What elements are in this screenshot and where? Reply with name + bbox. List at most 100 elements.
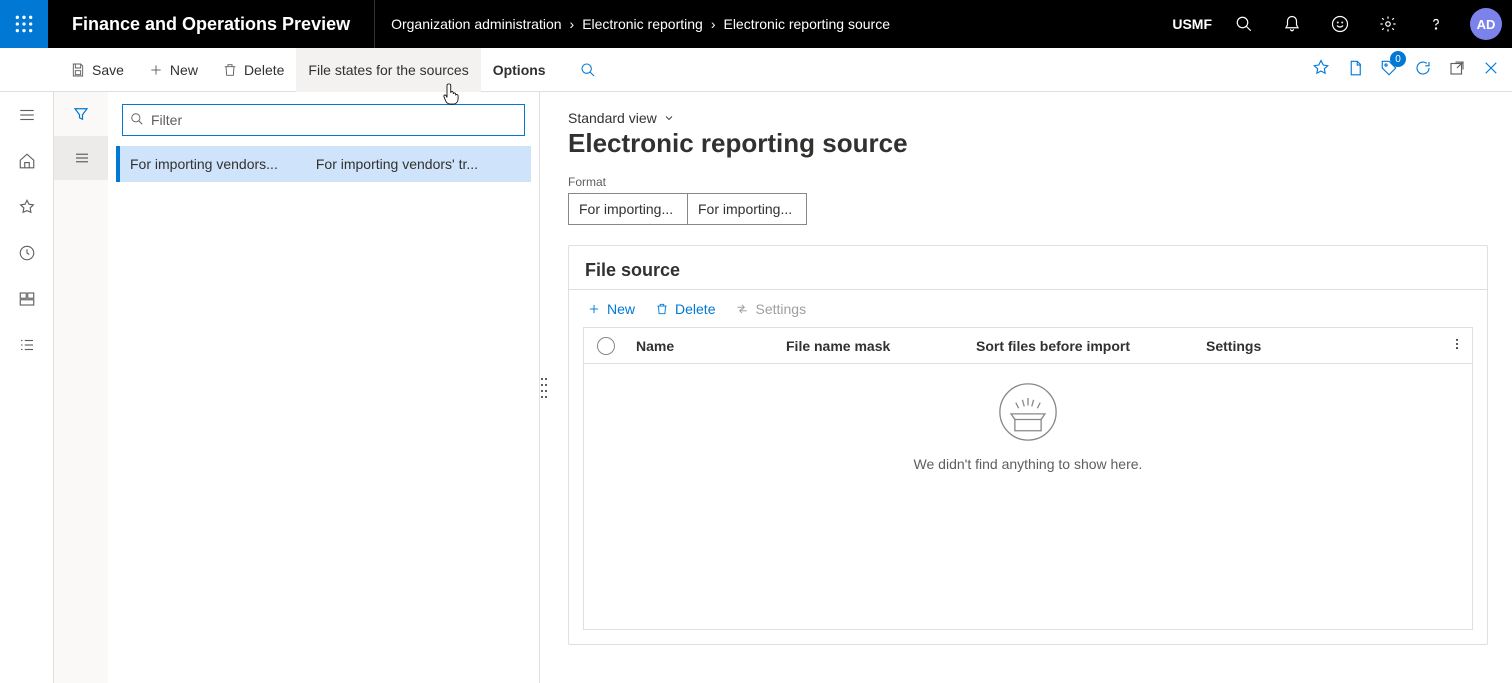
hamburger-icon (18, 106, 36, 124)
list-view-button[interactable] (54, 136, 108, 180)
question-icon (1427, 15, 1445, 33)
clock-icon (18, 244, 36, 262)
legal-entity[interactable]: USMF (1172, 16, 1212, 32)
topbar-right: USMF AD (1172, 0, 1512, 48)
recent-button[interactable] (0, 230, 54, 276)
page-title: Electronic reporting source (568, 128, 1488, 159)
close-icon (1482, 59, 1500, 77)
delete-label: Delete (244, 62, 284, 78)
splitter-icon (540, 376, 548, 400)
more-vert-icon (1450, 337, 1464, 351)
save-icon (70, 62, 86, 78)
settings-button[interactable] (1364, 0, 1412, 48)
favorites-button[interactable] (0, 184, 54, 230)
select-all[interactable] (584, 337, 628, 355)
col-settings[interactable]: Settings (1198, 338, 1472, 354)
list-item-col1: For importing vendors... (130, 156, 310, 172)
modules-button[interactable] (0, 322, 54, 368)
star-icon (18, 198, 36, 216)
file-source-title: File source (569, 246, 1487, 289)
filter-icon (72, 105, 90, 123)
bell-icon (1283, 15, 1301, 33)
file-source-grid: Name File name mask Sort files before im… (583, 327, 1473, 630)
save-button[interactable]: Save (58, 48, 136, 92)
breadcrumb-item[interactable]: Organization administration (391, 16, 561, 32)
copilot-icon (1312, 59, 1330, 77)
fs-delete-label: Delete (675, 301, 715, 317)
format-selector-2[interactable]: For importing... (687, 193, 807, 225)
grid-more-button[interactable] (1450, 337, 1464, 354)
feedback-button[interactable] (1316, 0, 1364, 48)
user-avatar[interactable]: AD (1470, 8, 1502, 40)
attachment-button[interactable] (1346, 59, 1364, 80)
breadcrumb-item[interactable]: Electronic reporting (582, 16, 703, 32)
refresh-button[interactable] (1414, 59, 1432, 80)
options-label: Options (493, 62, 546, 78)
save-label: Save (92, 62, 124, 78)
fs-new-label: New (607, 301, 635, 317)
detail-pane: Standard view Electronic reporting sourc… (548, 92, 1512, 683)
messages-button[interactable]: 0 (1380, 59, 1398, 80)
app-launcher[interactable] (0, 0, 48, 48)
format-selector-1[interactable]: For importing... (568, 193, 688, 225)
options-button[interactable]: Options (481, 48, 558, 92)
refresh-icon (1414, 59, 1432, 77)
filter-input[interactable] (122, 104, 525, 136)
smile-icon (1331, 15, 1349, 33)
chevron-right-icon: › (711, 16, 716, 32)
home-icon (18, 152, 36, 170)
view-selector[interactable]: Standard view (568, 110, 1488, 126)
fs-delete-button[interactable]: Delete (645, 290, 725, 328)
workspace-icon (18, 290, 36, 308)
breadcrumb-item[interactable]: Electronic reporting source (723, 16, 890, 32)
action-bar: Save New Delete File states for the sour… (0, 48, 1512, 92)
modules-icon (18, 336, 36, 354)
delete-button[interactable]: Delete (210, 48, 296, 92)
list-item-col2: For importing vendors' tr... (310, 156, 521, 172)
fs-settings-button: Settings (725, 290, 816, 328)
splitter-handle[interactable] (540, 92, 548, 683)
trash-icon (222, 62, 238, 78)
file-states-button[interactable]: File states for the sources (296, 48, 480, 92)
popout-button[interactable] (1448, 59, 1466, 80)
fs-new-button[interactable]: New (577, 290, 645, 328)
empty-text: We didn't find anything to show here. (914, 456, 1143, 472)
new-label: New (170, 62, 198, 78)
grid-header: Name File name mask Sort files before im… (584, 328, 1472, 364)
view-rail (54, 92, 108, 683)
top-bar: Finance and Operations Preview Organizat… (0, 0, 1512, 48)
copilot-button[interactable] (1312, 59, 1330, 80)
workspaces-button[interactable] (0, 276, 54, 322)
filter-view-button[interactable] (54, 92, 108, 136)
filter-box (122, 104, 525, 136)
chevron-down-icon (663, 112, 675, 124)
content-area: For importing vendors... For importing v… (0, 92, 1512, 683)
format-field: For importing... For importing... (568, 193, 1488, 225)
breadcrumb: Organization administration › Electronic… (375, 16, 1172, 32)
plus-icon (148, 62, 164, 78)
list-item-selected[interactable]: For importing vendors... For importing v… (116, 146, 531, 182)
grid-empty: We didn't find anything to show here. (584, 364, 1472, 629)
file-source-toolbar: New Delete Settings (569, 289, 1487, 327)
search-button[interactable] (1220, 0, 1268, 48)
notifications-button[interactable] (1268, 0, 1316, 48)
file-source-card: File source New Delete Settings (568, 245, 1488, 645)
close-button[interactable] (1482, 59, 1500, 80)
action-search[interactable] (566, 62, 610, 78)
format-label: Format (568, 175, 1488, 189)
help-button[interactable] (1412, 0, 1460, 48)
message-count: 0 (1390, 51, 1406, 67)
col-name[interactable]: Name (628, 338, 778, 354)
circle-icon (597, 337, 615, 355)
hamburger-button[interactable] (0, 92, 54, 138)
col-mask[interactable]: File name mask (778, 338, 968, 354)
col-sort[interactable]: Sort files before import (968, 338, 1198, 354)
swap-icon (735, 302, 749, 316)
plus-icon (587, 302, 601, 316)
trash-icon (655, 302, 669, 316)
list-pane: For importing vendors... For importing v… (108, 92, 540, 683)
new-button[interactable]: New (136, 48, 210, 92)
file-states-label: File states for the sources (308, 62, 468, 78)
home-button[interactable] (0, 138, 54, 184)
nav-rail (0, 92, 54, 683)
